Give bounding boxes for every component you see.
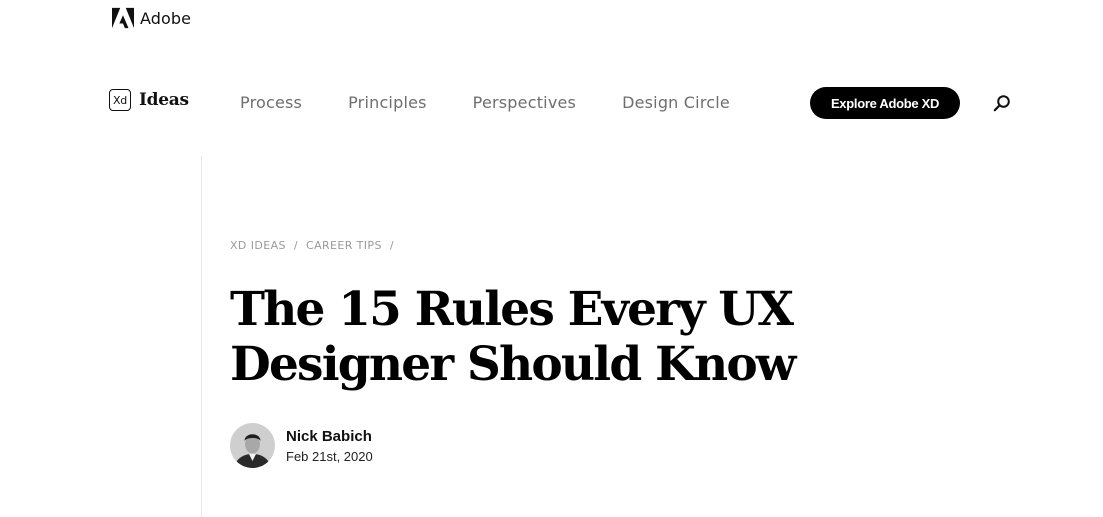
article-title-line-2: Designer Should Know <box>230 337 796 392</box>
author-info: Nick Babich Feb 21st, 2020 <box>286 428 373 464</box>
nav-link-perspectives[interactable]: Perspectives <box>473 93 576 112</box>
breadcrumb-item-career-tips[interactable]: CAREER TIPS <box>306 239 382 252</box>
author-name[interactable]: Nick Babich <box>286 428 373 445</box>
page: Adobe Xd Ideas Process Principles Perspe… <box>0 0 1103 517</box>
nav-link-process[interactable]: Process <box>240 93 302 112</box>
xd-badge-icon: Xd <box>109 89 131 111</box>
breadcrumb-separator: / <box>293 239 298 252</box>
nav-links: Process Principles Perspectives Design C… <box>240 93 776 112</box>
author-photo-icon <box>230 423 275 468</box>
avatar[interactable] <box>230 423 275 468</box>
article-title: The 15 Rules Every UX Designer Should Kn… <box>230 282 850 392</box>
xd-ideas-label: Ideas <box>139 90 189 110</box>
article-title-line-1: The 15 Rules Every UX <box>230 282 794 337</box>
search-icon[interactable] <box>993 94 1011 112</box>
adobe-brand-label: Adobe <box>140 8 192 28</box>
breadcrumb: XD IDEAS / CAREER TIPS / <box>230 239 402 252</box>
content-divider <box>201 156 202 517</box>
adobe-brand-link[interactable]: Adobe <box>112 6 191 30</box>
author-byline: Nick Babich Feb 21st, 2020 <box>230 423 373 468</box>
explore-adobe-xd-button[interactable]: Explore Adobe XD <box>810 87 960 119</box>
main-nav: Xd Ideas Process Principles Perspectives… <box>109 87 1019 119</box>
adobe-logo-icon <box>112 7 134 29</box>
publish-date: Feb 21st, 2020 <box>286 448 373 464</box>
nav-link-design-circle[interactable]: Design Circle <box>622 93 730 112</box>
breadcrumb-separator: / <box>389 239 394 252</box>
nav-link-principles[interactable]: Principles <box>348 93 427 112</box>
breadcrumb-item-xd-ideas[interactable]: XD IDEAS <box>230 239 286 252</box>
xd-ideas-home-link[interactable]: Xd Ideas <box>109 89 189 111</box>
